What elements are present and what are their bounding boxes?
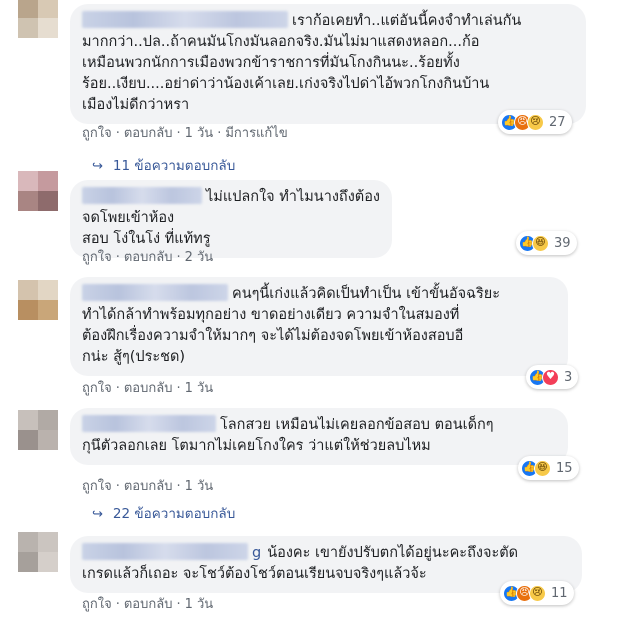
reaction-count: 27: [549, 114, 566, 130]
like-link[interactable]: ถูกใจ: [82, 479, 112, 494]
timestamp[interactable]: 2 วัน: [185, 250, 214, 265]
view-replies-link[interactable]: ↪ 11 ข้อความตอบกลับ: [92, 154, 235, 176]
comment-text: g น้องคะ เขายังปรับตกได้อยู่นะคะถึงจะตัด …: [82, 543, 519, 582]
reply-link[interactable]: ตอบกลับ: [124, 250, 173, 265]
reply-arrow-icon: ↪: [92, 159, 103, 174]
reaction-summary[interactable]: 👍 😆 39: [516, 231, 577, 255]
reply-link[interactable]: ตอบกลับ: [124, 597, 173, 612]
comment-actions: ถูกใจ · ตอบกลับ · 1 วัน: [82, 597, 214, 612]
reaction-summary[interactable]: 👍 😆 15: [518, 456, 579, 480]
comment-actions: ถูกใจ · ตอบกลับ · 1 วัน: [82, 381, 214, 396]
timestamp[interactable]: 1 วัน: [185, 597, 214, 612]
comment-bubble: คนๆนี้เก่งแล้วคิดเป็นทำเป็น เข้าขั้นอัจฉ…: [70, 277, 568, 376]
reply-link[interactable]: ตอบกลับ: [124, 381, 173, 396]
reaction-summary[interactable]: 👍 😠 😢 27: [498, 110, 572, 134]
timestamp[interactable]: 1 วัน: [185, 381, 214, 396]
comment-bubble: เราก้อเคยทำ..แต่อันนี้คงจำทำเล่นกัน มากก…: [70, 4, 586, 124]
reaction-count: 11: [551, 585, 568, 601]
reply-link[interactable]: ตอบกลับ: [124, 126, 173, 141]
timestamp[interactable]: 1 วัน: [185, 479, 214, 494]
commenter-name[interactable]: [82, 11, 288, 28]
comment-text: ไม่แปลกใจ ทำไมนางถึงต้องจดโพยเข้าห้อง สอ…: [82, 187, 380, 247]
commenter-name[interactable]: [82, 543, 248, 560]
avatar[interactable]: [18, 410, 58, 450]
reaction-summary[interactable]: 👍 ♥ 3: [526, 365, 579, 389]
haha-reaction-icon: 😆: [532, 234, 549, 252]
comment-bubble: โลกสวย เหมือนไม่เคยลอกข้อสอบ ตอนเด็กๆ กุ…: [70, 408, 568, 465]
avatar[interactable]: [18, 171, 58, 211]
timestamp[interactable]: 1 วัน: [185, 126, 214, 141]
comment-actions: ถูกใจ · ตอบกลับ · 1 วัน: [82, 479, 214, 494]
haha-reaction-icon: 😆: [534, 459, 551, 477]
like-link[interactable]: ถูกใจ: [82, 250, 112, 265]
comment-actions: ถูกใจ · ตอบกลับ · 1 วัน · มีการแก้ไข: [82, 126, 288, 141]
reaction-count: 3: [564, 369, 573, 385]
reaction-count: 15: [556, 460, 573, 476]
reply-link[interactable]: ตอบกลับ: [124, 479, 173, 494]
comment-text: คนๆนี้เก่งแล้วคิดเป็นทำเป็น เข้าขั้นอัจฉ…: [82, 284, 501, 365]
comment-actions: ถูกใจ · ตอบกลับ · 2 วัน: [82, 250, 214, 265]
avatar[interactable]: [18, 0, 58, 38]
avatar[interactable]: [18, 532, 58, 572]
view-replies-link[interactable]: ↪ 22 ข้อความตอบกลับ: [92, 502, 235, 524]
edited-label[interactable]: มีการแก้ไข: [225, 126, 287, 141]
sad-reaction-icon: 😢: [527, 113, 544, 131]
reaction-count: 39: [554, 235, 571, 251]
reply-arrow-icon: ↪: [92, 507, 103, 522]
like-link[interactable]: ถูกใจ: [82, 126, 112, 141]
love-reaction-icon: ♥: [542, 368, 559, 386]
comment-text: เราก้อเคยทำ..แต่อันนี้คงจำทำเล่นกัน มากก…: [82, 11, 522, 113]
avatar[interactable]: [18, 280, 58, 320]
like-link[interactable]: ถูกใจ: [82, 381, 112, 396]
commenter-name[interactable]: [82, 415, 216, 432]
sad-reaction-icon: 😢: [529, 584, 546, 602]
commenter-name[interactable]: [82, 187, 202, 204]
commenter-name-tail[interactable]: g: [252, 545, 261, 561]
commenter-name[interactable]: [82, 284, 228, 301]
like-link[interactable]: ถูกใจ: [82, 597, 112, 612]
comment-text: โลกสวย เหมือนไม่เคยลอกข้อสอบ ตอนเด็กๆ กุ…: [82, 415, 494, 454]
reaction-summary[interactable]: 👍 😠 😢 11: [500, 581, 574, 605]
